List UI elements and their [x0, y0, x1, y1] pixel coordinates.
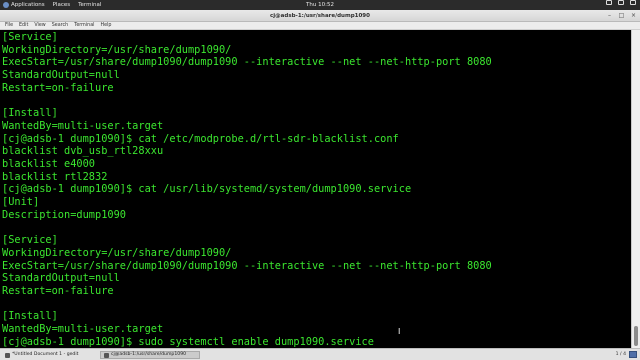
terminal-line: Restart=on-failure	[2, 81, 114, 94]
terminal-scrollbar[interactable]	[631, 30, 640, 348]
terminal-output[interactable]: [Service] WorkingDirectory=/usr/share/du…	[0, 30, 630, 348]
terminal-line: Restart=on-failure	[2, 285, 114, 297]
menu-help[interactable]: Help	[97, 22, 114, 29]
terminal-line: [Install]	[2, 107, 58, 120]
terminal-line: [Install]	[2, 310, 58, 323]
taskbar-item-terminal[interactable]: cj@adsb-1:/usr/share/dump1090	[100, 351, 200, 359]
terminal-line: [Unit]	[2, 196, 40, 209]
terminal-line: WorkingDirectory=/usr/share/dump1090/	[2, 43, 232, 56]
terminal-line: [Service]	[2, 234, 58, 247]
terminal-line: StandardOutput=null	[2, 69, 120, 82]
terminal-line: ExecStart=/usr/share/dump1090/dump1090 -…	[2, 56, 492, 69]
terminal-line: [cj@adsb-1 dump1090]$ cat /usr/lib/syste…	[2, 183, 412, 196]
bottom-panel: *Untitled Document 1 - gedit cj@adsb-1:/…	[0, 348, 640, 360]
taskbar-item-gedit[interactable]: *Untitled Document 1 - gedit	[2, 351, 98, 359]
taskbar-item-label: cj@adsb-1:/usr/share/dump1090	[111, 352, 187, 357]
clock[interactable]: Thu 10:52	[0, 0, 640, 10]
window-title: cj@adsb-1:/usr/share/dump1090	[270, 13, 370, 19]
workspace-pager-label: 1 / 4	[615, 352, 626, 357]
menu-edit[interactable]: Edit	[16, 22, 31, 29]
terminal-line: WantedBy=multi-user.target	[2, 323, 164, 336]
terminal-line: blacklist dvb_usb_rtl28xxu	[2, 145, 164, 158]
network-icon[interactable]	[606, 0, 612, 5]
minimize-button[interactable]: –	[606, 12, 613, 19]
terminal-line: ExecStart=/usr/share/dump1090/dump1090 -…	[2, 259, 492, 272]
top-panel: Applications Places Terminal Thu 10:52	[0, 0, 640, 10]
menu-search[interactable]: Search	[49, 22, 71, 29]
text-cursor-icon: I	[398, 327, 401, 336]
gedit-icon	[5, 352, 10, 358]
volume-icon[interactable]	[618, 0, 624, 5]
power-icon[interactable]	[630, 0, 636, 5]
terminal-line: [Service]	[2, 31, 58, 43]
terminal-prompt-line: [cj@adsb-1 dump1090]$ sudo systemctl ena…	[2, 335, 374, 348]
terminal-line: WantedBy=multi-user.target	[2, 119, 164, 132]
maximize-button[interactable]: □	[618, 12, 625, 19]
menu-view[interactable]: View	[31, 22, 48, 29]
window-titlebar[interactable]: cj@adsb-1:/usr/share/dump1090 – □ ×	[0, 10, 640, 22]
terminal-line: StandardOutput=null	[2, 272, 120, 285]
taskbar-item-label: *Untitled Document 1 - gedit	[12, 352, 79, 357]
terminal-line: blacklist rtl2832	[2, 170, 108, 183]
terminal-line: Description=dump1090	[2, 208, 126, 221]
terminal-icon	[104, 352, 109, 358]
terminal-line: WorkingDirectory=/usr/share/dump1090/	[2, 246, 232, 259]
menu-file[interactable]: File	[2, 22, 16, 29]
scrollbar-thumb[interactable]	[634, 326, 638, 346]
close-button[interactable]: ×	[630, 12, 637, 19]
terminal-line: [cj@adsb-1 dump1090]$ cat /etc/modprobe.…	[2, 132, 399, 145]
menu-bar: File Edit View Search Terminal Help	[0, 22, 640, 30]
terminal-line: blacklist e4000	[2, 158, 95, 170]
menu-terminal[interactable]: Terminal	[71, 22, 97, 29]
workspace-switcher[interactable]	[629, 351, 637, 358]
